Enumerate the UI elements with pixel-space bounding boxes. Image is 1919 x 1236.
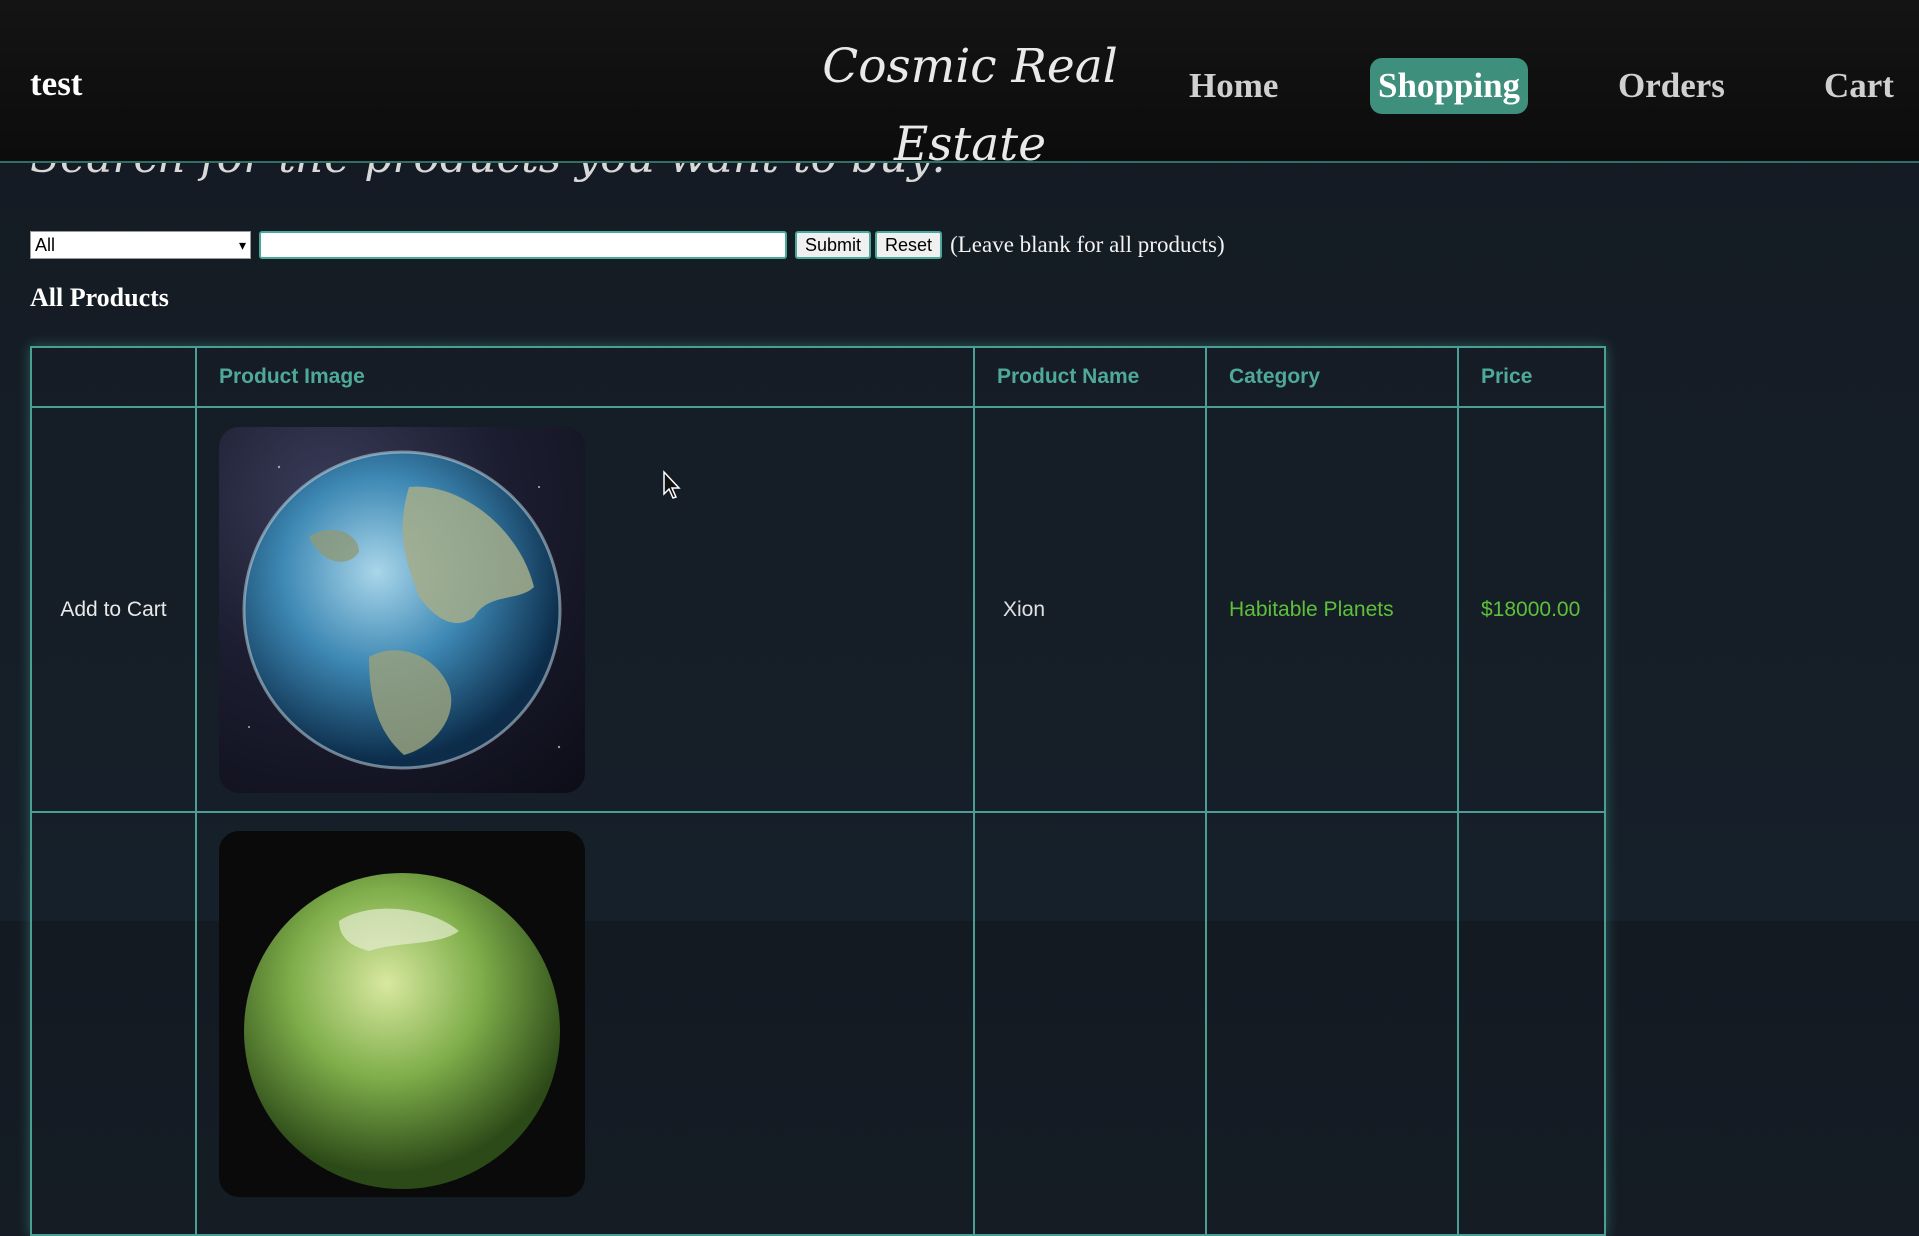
nav-cart[interactable]: Cart (1824, 58, 1894, 114)
site-header: test Cosmic Real Estate Home Shopping Or… (0, 0, 1919, 172)
user-name: test (30, 64, 83, 103)
column-header-price: Price (1457, 346, 1606, 408)
nav-shopping[interactable]: Shopping (1370, 58, 1529, 114)
table-row: Add to Cart Xion Habitable Planets $1800… (30, 406, 1606, 813)
mouse-cursor-icon (662, 470, 684, 505)
column-header-image: Product Image (195, 346, 975, 408)
product-category (1205, 811, 1459, 1236)
planet-green-image (219, 831, 585, 1197)
product-name: Xion (973, 406, 1207, 813)
submit-button[interactable]: Submit (795, 231, 872, 259)
nav-orders[interactable]: Orders (1618, 58, 1725, 114)
category-select-value: All (35, 234, 56, 255)
product-category: Habitable Planets (1205, 406, 1459, 813)
product-image-cell (195, 811, 975, 1236)
product-image-cell (195, 406, 975, 813)
product-price (1457, 811, 1606, 1236)
add-to-cart-link[interactable] (30, 811, 197, 1236)
search-hint: (Leave blank for all products) (950, 232, 1225, 257)
nav-home[interactable]: Home (1189, 58, 1278, 114)
table-header-row: Product Image Product Name Category Pric… (30, 346, 1606, 408)
chevron-down-icon: ▾ (238, 236, 246, 253)
column-header-action (30, 346, 197, 408)
site-title: Cosmic Real Estate (822, 39, 1118, 172)
search-row: All ▾ Submit Reset (Leave blank for all … (30, 231, 1225, 259)
search-input[interactable] (259, 231, 787, 259)
products-table: Product Image Product Name Category Pric… (30, 346, 1606, 1236)
add-to-cart-link[interactable]: Add to Cart (30, 406, 197, 813)
column-header-name: Product Name (973, 346, 1207, 408)
product-price: $18000.00 (1457, 406, 1606, 813)
table-row (30, 811, 1606, 1236)
category-select[interactable]: All ▾ (30, 231, 251, 259)
reset-button[interactable]: Reset (875, 231, 943, 259)
column-header-category: Category (1205, 346, 1459, 408)
products-heading: All Products (30, 283, 169, 312)
product-name (973, 811, 1207, 1236)
planet-blue-image (219, 426, 585, 793)
